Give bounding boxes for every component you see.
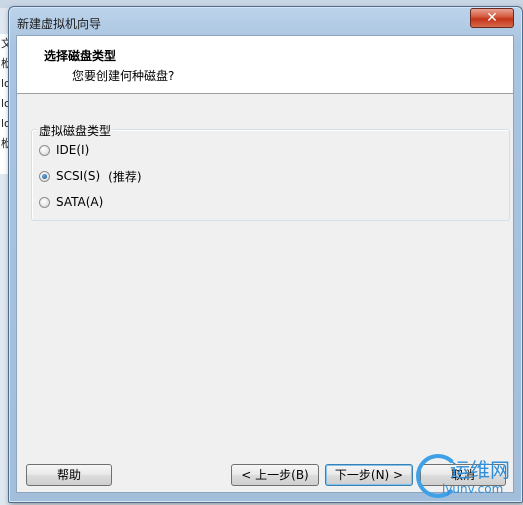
background-strip-text: lo (1, 117, 8, 130)
close-icon: ✕ (486, 10, 498, 26)
wizard-header: 选择磁盘类型 您要创建何种磁盘? (17, 36, 513, 94)
background-strip-text: lo (1, 97, 8, 110)
radio-button-selected-icon[interactable] (39, 170, 50, 182)
background-strip-text: lo (1, 77, 8, 90)
window-title: 新建虚拟机向导 (17, 17, 102, 31)
wizard-client-area: 选择磁盘类型 您要创建何种磁盘? 虚拟磁盘类型 IDE(I) SCSI(S) (… (16, 35, 514, 493)
radio-option-label: SCSI(S) (56, 169, 101, 183)
new-vm-wizard-window: 新建虚拟机向导 ✕ 选择磁盘类型 您要创建何种磁盘? 虚拟磁盘类型 IDE(I)… (8, 6, 523, 503)
page-title: 选择磁盘类型 (44, 49, 117, 63)
title-bar[interactable]: 新建虚拟机向导 ✕ (9, 7, 522, 35)
radio-button-icon[interactable] (39, 196, 50, 208)
next-button[interactable]: 下一步(N) > (325, 464, 413, 486)
radio-option-label: SATA(A) (56, 195, 104, 209)
background-strip-text: 文 (0, 34, 8, 54)
watermark-url: iyunv.com (442, 482, 504, 496)
radio-option-ide[interactable]: IDE(I) (39, 142, 89, 158)
disk-type-group-label: 虚拟磁盘类型 (37, 122, 114, 139)
radio-option-sata[interactable]: SATA(A) (39, 194, 103, 210)
page-subtitle: 您要创建何种磁盘? (72, 69, 175, 83)
recommended-note: (推荐) (108, 169, 142, 184)
back-button[interactable]: < 上一步(B) (231, 464, 319, 486)
background-strip-text: 栿 (0, 54, 8, 74)
watermark-text: 运维网 (450, 458, 510, 482)
radio-option-scsi[interactable]: SCSI(S) (推荐) (39, 168, 142, 184)
site-watermark: 运维网 iyunv.com (412, 450, 522, 502)
radio-button-icon[interactable] (39, 144, 50, 156)
help-button[interactable]: 帮助 (26, 464, 112, 486)
radio-option-label: IDE(I) (56, 143, 90, 157)
background-strip-text: 栿 (0, 134, 8, 154)
close-button[interactable]: ✕ (470, 8, 514, 28)
